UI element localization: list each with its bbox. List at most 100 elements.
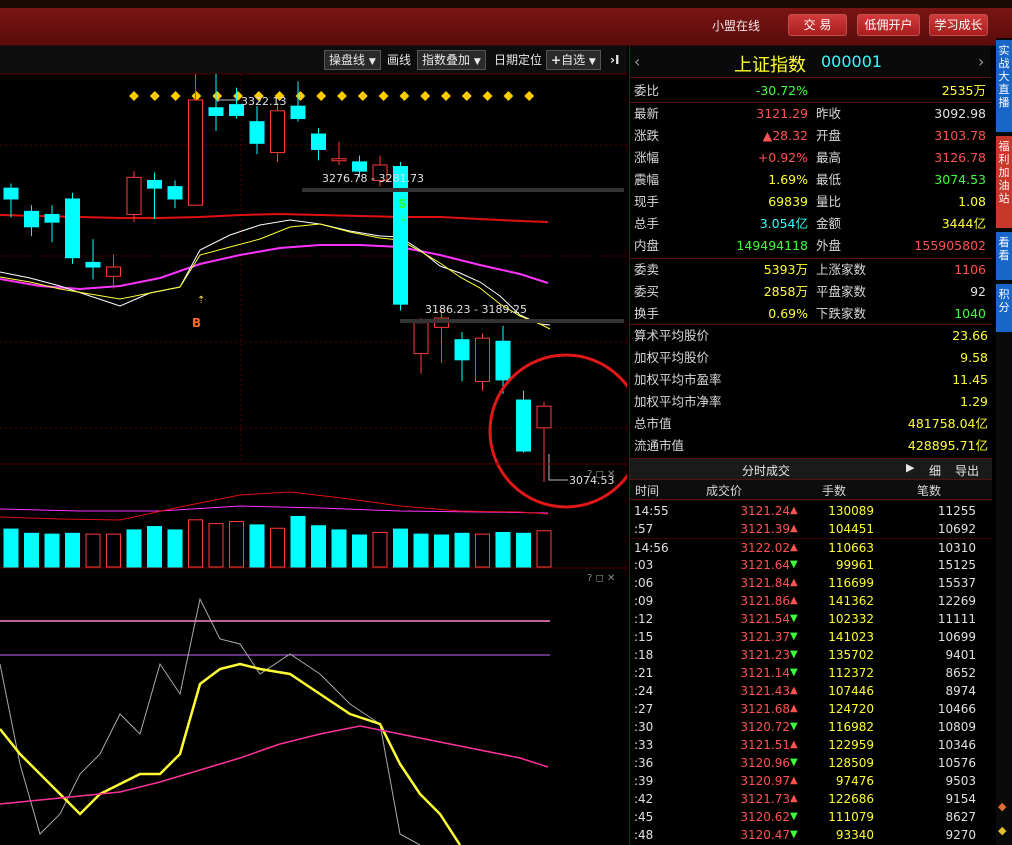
next-arrow-icon[interactable]: › [978, 52, 984, 71]
tick-row[interactable]: :15 3121.37 141023 10699 ▼ [630, 628, 992, 646]
tick-row[interactable]: :30 3120.72 116982 10809 ▼ [630, 718, 992, 736]
bell-icon[interactable]: ◆ [998, 824, 1006, 837]
volume-bar[interactable] [24, 532, 39, 568]
tick-price: 3121.37 [740, 630, 790, 644]
date-locate-button[interactable]: 日期定位 [489, 50, 547, 70]
candle-down[interactable] [516, 399, 531, 452]
volume-bar[interactable] [372, 531, 388, 568]
volume-bar[interactable] [188, 519, 203, 568]
tick-row[interactable]: :36 3120.96 128509 10576 ▼ [630, 754, 992, 772]
tick-time: :09 [634, 594, 654, 608]
tick-time: :39 [634, 774, 654, 788]
candle-down[interactable] [167, 186, 183, 200]
volume-bar[interactable] [434, 534, 449, 568]
sell-marker: S [398, 197, 407, 211]
draw-line-button[interactable]: 画线 [382, 50, 416, 70]
volume-bar[interactable] [475, 533, 490, 568]
candle-down[interactable] [495, 340, 511, 381]
volume-bar[interactable] [229, 521, 244, 568]
candle-up[interactable] [188, 99, 203, 206]
tick-row[interactable]: :45 3120.62 111079 8627 ▼ [630, 808, 992, 826]
candle-down[interactable] [311, 133, 326, 150]
index-overlay-dropdown[interactable]: 指数叠加 ▼ [417, 50, 486, 70]
speaker-icon[interactable]: ◆ [998, 800, 1006, 813]
sidebar-tab-watch[interactable]: 看看 [996, 232, 1012, 280]
tick-row[interactable]: :33 3121.51 122959 10346 ▲ [630, 736, 992, 754]
candle-down[interactable] [352, 161, 367, 172]
volume-bar[interactable] [208, 523, 224, 568]
candle-up[interactable] [413, 322, 429, 355]
stat-value: 481758.04亿 [907, 416, 988, 431]
candle-down[interactable] [24, 210, 39, 228]
tick-row[interactable]: :09 3121.86 141362 12269 ▲ [630, 592, 992, 610]
tick-row[interactable]: :18 3121.23 135702 9401 ▼ [630, 646, 992, 664]
candle-down[interactable] [208, 107, 224, 116]
tick-row[interactable]: 14:56 3122.02 110663 10310 ▲ [630, 538, 992, 556]
volume-bar[interactable] [44, 533, 60, 568]
play-icon[interactable]: ▶ [906, 461, 914, 474]
candle-down[interactable] [147, 179, 162, 189]
candle-down[interactable] [44, 213, 60, 223]
candle-up[interactable] [331, 158, 347, 162]
export-button[interactable]: 导出 [955, 462, 979, 479]
volume-bar[interactable] [270, 527, 285, 568]
tick-row[interactable]: :12 3121.54 102332 11111 ▼ [630, 610, 992, 628]
candle-down[interactable] [290, 105, 306, 120]
volume-bar[interactable] [454, 532, 470, 568]
volume-bar[interactable] [393, 528, 408, 568]
volume-bar[interactable] [65, 532, 80, 568]
prev-arrow-icon[interactable]: ‹ [634, 52, 640, 71]
indicator-pane-controls[interactable]: ? ◻ ✕ [587, 573, 615, 584]
volume-bar[interactable] [311, 525, 326, 568]
candle-up[interactable] [536, 405, 552, 429]
volume-bar[interactable] [536, 530, 552, 568]
up-arrow-icon: ▲ [790, 703, 798, 714]
kline-chart-area[interactable]: 操盘线 ▼ 画线 指数叠加 ▼ 日期定位 +自选 ▼ ›I 3276.78 - … [0, 46, 627, 845]
volume-bar[interactable] [126, 529, 142, 568]
volume-bar[interactable] [495, 531, 511, 568]
trading-line-dropdown[interactable]: 操盘线 ▼ [324, 50, 381, 70]
tick-row[interactable]: :21 3121.14 112372 8652 ▼ [630, 664, 992, 682]
tick-row[interactable]: :06 3121.84 116699 15537 ▲ [630, 574, 992, 592]
tick-price: 3120.72 [740, 720, 790, 734]
tick-row[interactable]: :48 3120.47 93340 9270 ▼ [630, 826, 992, 844]
tick-row[interactable]: :42 3121.73 122686 9154 ▲ [630, 790, 992, 808]
watchlist-dropdown[interactable]: +自选 ▼ [546, 50, 601, 70]
volume-bar[interactable] [85, 533, 101, 568]
detail-button[interactable]: 细 [929, 462, 941, 479]
candle-up[interactable] [126, 176, 142, 215]
volume-bar[interactable] [249, 524, 265, 568]
open-account-button[interactable]: 低佣开户 [857, 14, 920, 36]
candle-up[interactable] [270, 110, 285, 154]
candle-up[interactable] [106, 266, 121, 277]
candle-down[interactable] [249, 121, 265, 144]
volume-bar[interactable] [516, 532, 531, 568]
candle-down[interactable] [393, 165, 408, 305]
volume-bar[interactable] [3, 528, 19, 568]
tick-row[interactable]: 14:55 3121.24 130089 11255 ▲ [630, 502, 992, 520]
volume-bar[interactable] [147, 526, 162, 568]
trade-button[interactable]: 交 易 [788, 14, 847, 36]
volume-bar[interactable] [352, 534, 367, 568]
tick-row[interactable]: :27 3121.68 124720 10466 ▲ [630, 700, 992, 718]
learning-button[interactable]: 学习成长 [929, 14, 988, 36]
sidebar-tab-points[interactable]: 积分 [996, 284, 1012, 332]
candle-up[interactable] [475, 337, 490, 382]
tick-row[interactable]: :39 3120.97 97476 9503 ▲ [630, 772, 992, 790]
sidebar-tab-welfare[interactable]: 福利加油站 [996, 136, 1012, 228]
candle-down[interactable] [85, 261, 101, 268]
candle-down[interactable] [65, 198, 80, 259]
tick-row[interactable]: :57 3121.39 104451 10692 ▲ [630, 520, 992, 538]
volume-bar[interactable] [106, 533, 121, 568]
volume-bar[interactable] [290, 515, 306, 568]
tick-row[interactable]: :03 3121.64 99961 15125 ▼ [630, 556, 992, 574]
volume-bar[interactable] [167, 529, 183, 568]
candle-down[interactable] [454, 339, 470, 361]
volume-pane-controls[interactable]: ? ◻ ✕ [587, 469, 615, 480]
candle-down[interactable] [3, 187, 19, 200]
collapse-icon[interactable]: ›I [605, 50, 624, 70]
volume-bar[interactable] [413, 533, 429, 568]
sidebar-tab-live[interactable]: 实战大直播 [996, 40, 1012, 132]
tick-row[interactable]: :24 3121.43 107446 8974 ▲ [630, 682, 992, 700]
volume-bar[interactable] [331, 529, 347, 568]
